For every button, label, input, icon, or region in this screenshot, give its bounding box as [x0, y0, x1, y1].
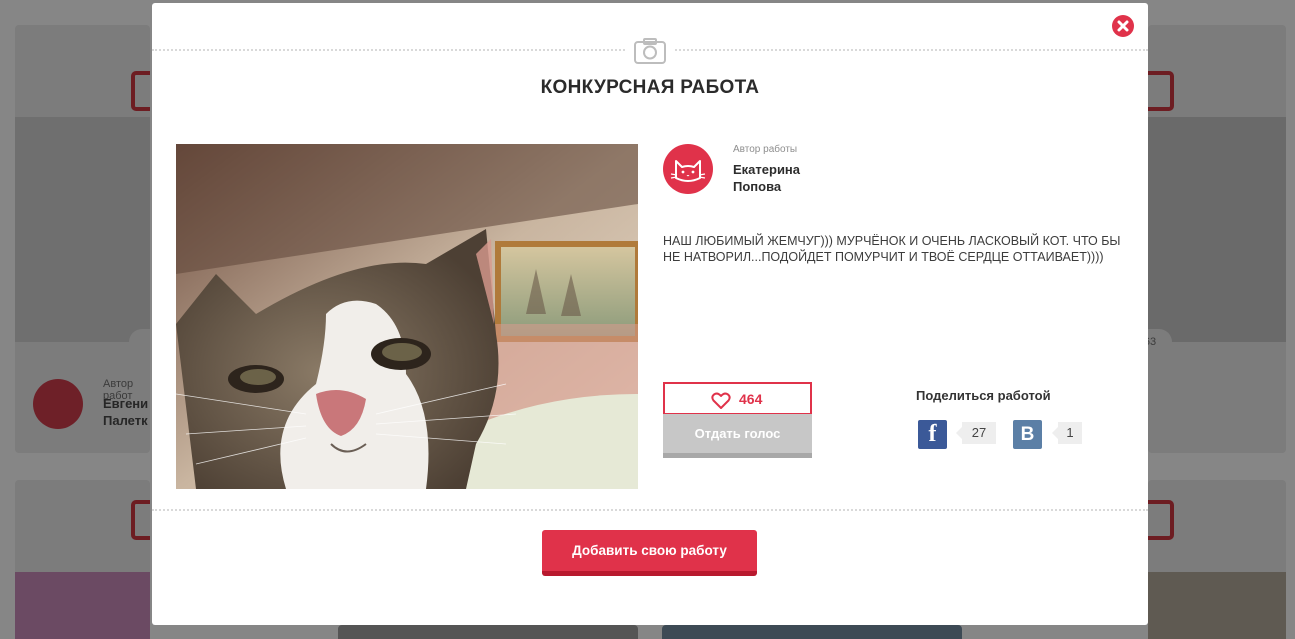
bottom-divider: [152, 509, 1148, 511]
background-card: 63: [1148, 25, 1286, 453]
background-photo: [15, 572, 150, 639]
facebook-share-button[interactable]: f: [918, 420, 947, 449]
camera-icon: [131, 500, 150, 540]
author-first-name: Екатерина: [733, 162, 801, 177]
author-last-name: Попова: [733, 179, 782, 194]
vk-share-count: 1: [1052, 422, 1082, 444]
camera-icon: [1148, 500, 1174, 540]
background-author-last: Палетк: [103, 413, 148, 428]
camera-icon: [131, 71, 150, 111]
heart-icon: [711, 392, 731, 409]
author-avatar: [663, 144, 713, 194]
background-author-first: Евгени: [103, 396, 149, 411]
modal-title: КОНКУРСНАЯ РАБОТА: [540, 77, 760, 98]
camera-icon: [627, 37, 673, 67]
close-icon[interactable]: [1112, 15, 1134, 37]
entry-modal: КОНКУРСНАЯ РАБОТА Автор работы Екатерина…: [152, 3, 1148, 625]
background-photo: [15, 117, 150, 342]
background-card: [1148, 480, 1286, 639]
like-count: 464: [739, 391, 763, 407]
entry-photo: [176, 144, 638, 489]
camera-icon: [1148, 71, 1174, 111]
cat-face-icon: [670, 160, 706, 182]
background-card: [338, 625, 638, 639]
share-title: Поделиться работой: [916, 388, 1051, 403]
author-label: Автор работы: [733, 144, 798, 155]
vote-button[interactable]: Отдать голос: [663, 414, 812, 458]
facebook-share-count: 27: [956, 422, 996, 444]
background-like-pill: [129, 329, 150, 355]
avatar: [33, 379, 83, 429]
vk-icon: В: [1020, 424, 1035, 445]
background-like-pill: 63: [1148, 329, 1172, 355]
background-photo: [1148, 572, 1286, 639]
vk-share-button[interactable]: В: [1013, 420, 1042, 449]
background-card: Автор работ Евгени Палетк: [15, 25, 150, 453]
background-card: [15, 480, 150, 639]
background-card: [662, 625, 962, 639]
add-entry-button[interactable]: Добавить свою работу: [542, 530, 757, 576]
background-author-name: Евгени Палетк: [103, 395, 148, 429]
author-name[interactable]: Екатерина Попова: [733, 161, 853, 195]
facebook-icon: f: [928, 421, 937, 447]
like-counter[interactable]: 464: [663, 382, 812, 415]
background-photo: [1148, 117, 1286, 342]
entry-description: НАШ ЛЮБИМЫЙ ЖЕМЧУГ))) МУРЧЁНОК И ОЧЕНЬ Л…: [663, 234, 1121, 264]
